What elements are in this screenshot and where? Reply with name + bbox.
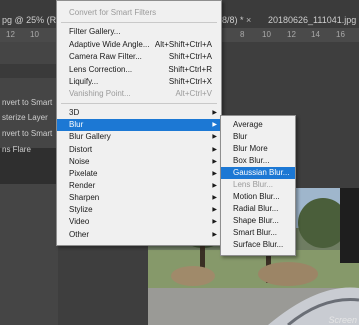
chevron-right-icon: ▶ bbox=[212, 183, 217, 189]
document-tab-3[interactable]: 20180626_111041.jpg @ bbox=[268, 12, 359, 28]
menu-item-label: Noise bbox=[69, 157, 90, 166]
menu-item-label: Vanishing Point... bbox=[69, 89, 131, 98]
menu-item-label: Box Blur... bbox=[233, 156, 270, 165]
history-item-convert-to-smart-2[interactable]: nvert to Smart bbox=[2, 127, 52, 141]
ruler-label: 10 bbox=[262, 30, 271, 39]
menu-item-label: Camera Raw Filter... bbox=[69, 52, 142, 61]
submenu-item-surface-blur[interactable]: Surface Blur... bbox=[221, 239, 295, 251]
chevron-right-icon: ▶ bbox=[212, 147, 217, 153]
menu-item-filter-gallery[interactable]: Filter Gallery... bbox=[57, 26, 221, 38]
menu-item-shortcut: Alt+Ctrl+V bbox=[175, 89, 212, 98]
close-icon[interactable]: × bbox=[246, 15, 251, 25]
menu-item-pixelate[interactable]: Pixelate ▶ bbox=[57, 168, 221, 180]
blur-submenu: Average Blur Blur More Box Blur... Gauss… bbox=[220, 115, 296, 256]
menu-item-label: Gaussian Blur... bbox=[233, 168, 290, 177]
tab-title: 20180626_111041.jpg @ bbox=[268, 15, 359, 25]
menu-item-label: Sharpen bbox=[69, 193, 100, 202]
menu-item-label: Other bbox=[69, 230, 90, 239]
photo-dark-edge bbox=[340, 188, 359, 263]
ruler-label: 14 bbox=[311, 30, 320, 39]
menu-item-label: Video bbox=[69, 217, 90, 226]
menu-item-label: Blur bbox=[69, 120, 84, 129]
menu-item-label: Stylize bbox=[69, 205, 93, 214]
tab-title: 8/8) * bbox=[222, 15, 244, 25]
ruler-label: 12 bbox=[287, 30, 296, 39]
menu-item-shortcut: Shift+Ctrl+X bbox=[168, 77, 212, 86]
menu-item-shortcut: Shift+Ctrl+R bbox=[168, 65, 212, 74]
document-tab-1[interactable]: pg @ 25% (RG bbox=[2, 12, 63, 28]
menu-item-noise[interactable]: Noise ▶ bbox=[57, 156, 221, 168]
menu-item-video[interactable]: Video ▶ bbox=[57, 216, 221, 228]
menu-item-label: Pixelate bbox=[69, 169, 98, 178]
menu-item-adaptive-wide-angle[interactable]: Adaptive Wide Angle... Alt+Shift+Ctrl+A bbox=[57, 39, 221, 51]
menu-item-label: Liquify... bbox=[69, 77, 99, 86]
menu-item-label: Render bbox=[69, 181, 96, 190]
menu-item-blur-gallery[interactable]: Blur Gallery ▶ bbox=[57, 131, 221, 143]
ruler-label: 8 bbox=[240, 30, 245, 39]
menu-item-lens-correction[interactable]: Lens Correction... Shift+Ctrl+R bbox=[57, 64, 221, 76]
menu-item-convert-for-smart-filters[interactable]: Convert for Smart Filters bbox=[57, 7, 221, 19]
menu-item-label: Blur Gallery bbox=[69, 132, 111, 141]
chevron-right-icon: ▶ bbox=[212, 219, 217, 225]
submenu-item-average[interactable]: Average bbox=[221, 119, 295, 131]
menu-item-sharpen[interactable]: Sharpen ▶ bbox=[57, 192, 221, 204]
menu-item-blur[interactable]: Blur ▶ bbox=[57, 119, 221, 131]
menu-item-stylize[interactable]: Stylize ▶ bbox=[57, 204, 221, 216]
submenu-item-blur-more[interactable]: Blur More bbox=[221, 143, 295, 155]
menu-item-label: Filter Gallery... bbox=[69, 27, 121, 36]
chevron-right-icon: ▶ bbox=[212, 159, 217, 165]
ruler-label: 16 bbox=[336, 30, 345, 39]
menu-item-label: Lens Blur... bbox=[233, 180, 274, 189]
submenu-item-box-blur[interactable]: Box Blur... bbox=[221, 155, 295, 167]
chevron-right-icon: ▶ bbox=[212, 122, 217, 128]
menu-item-label: Lens Correction... bbox=[69, 65, 133, 74]
menu-item-label: Adaptive Wide Angle... bbox=[69, 40, 150, 49]
menu-item-label: Average bbox=[233, 120, 263, 129]
submenu-item-radial-blur[interactable]: Radial Blur... bbox=[221, 203, 295, 215]
menu-item-label: 3D bbox=[69, 108, 80, 117]
menu-item-camera-raw-filter[interactable]: Camera Raw Filter... Shift+Ctrl+A bbox=[57, 51, 221, 63]
watermark-text: Screen bbox=[328, 315, 357, 325]
tab-title: pg @ 25% (RG bbox=[2, 15, 64, 25]
ruler-label: 12 bbox=[6, 30, 15, 39]
menu-item-vanishing-point[interactable]: Vanishing Point... Alt+Ctrl+V bbox=[57, 88, 221, 100]
panel-header-strip bbox=[0, 64, 58, 78]
menu-item-label: Smart Blur... bbox=[233, 228, 278, 237]
submenu-item-gaussian-blur[interactable]: Gaussian Blur... bbox=[221, 167, 295, 179]
menu-item-label: Distort bbox=[69, 145, 93, 154]
menu-item-label: Convert for Smart Filters bbox=[69, 8, 157, 17]
menu-item-shortcut: Alt+Shift+Ctrl+A bbox=[154, 40, 212, 49]
document-tab-2[interactable]: 8/8) * × bbox=[222, 12, 251, 28]
menu-item-shortcut: Shift+Ctrl+A bbox=[168, 52, 212, 61]
menu-separator bbox=[61, 103, 217, 104]
menu-item-label: Surface Blur... bbox=[233, 240, 284, 249]
submenu-item-shape-blur[interactable]: Shape Blur... bbox=[221, 215, 295, 227]
submenu-item-motion-blur[interactable]: Motion Blur... bbox=[221, 191, 295, 203]
history-item-rasterize-layer[interactable]: sterize Layer bbox=[2, 111, 48, 125]
chevron-right-icon: ▶ bbox=[212, 171, 217, 177]
submenu-item-blur[interactable]: Blur bbox=[221, 131, 295, 143]
menu-item-other[interactable]: Other ▶ bbox=[57, 229, 221, 241]
chevron-right-icon: ▶ bbox=[212, 134, 217, 140]
menu-item-liquify[interactable]: Liquify... Shift+Ctrl+X bbox=[57, 76, 221, 88]
menu-item-label: Shape Blur... bbox=[233, 216, 279, 225]
submenu-item-lens-blur[interactable]: Lens Blur... bbox=[221, 179, 295, 191]
submenu-item-smart-blur[interactable]: Smart Blur... bbox=[221, 227, 295, 239]
menu-separator bbox=[61, 22, 217, 23]
menu-item-label: Motion Blur... bbox=[233, 192, 280, 201]
history-item-lens-flare[interactable]: ns Flare bbox=[2, 143, 31, 157]
chevron-right-icon: ▶ bbox=[212, 195, 217, 201]
chevron-right-icon: ▶ bbox=[212, 110, 217, 116]
menu-item-label: Blur More bbox=[233, 144, 268, 153]
ruler-label: 10 bbox=[30, 30, 39, 39]
filter-menu: Convert for Smart Filters Filter Gallery… bbox=[56, 0, 222, 246]
menu-item-label: Radial Blur... bbox=[233, 204, 279, 213]
menu-item-3d[interactable]: 3D ▶ bbox=[57, 107, 221, 119]
menu-item-render[interactable]: Render ▶ bbox=[57, 180, 221, 192]
menu-item-label: Blur bbox=[233, 132, 248, 141]
chevron-right-icon: ▶ bbox=[212, 232, 217, 238]
history-item-convert-to-smart[interactable]: nvert to Smart bbox=[2, 96, 52, 110]
menu-item-distort[interactable]: Distort ▶ bbox=[57, 144, 221, 156]
chevron-right-icon: ▶ bbox=[212, 207, 217, 213]
